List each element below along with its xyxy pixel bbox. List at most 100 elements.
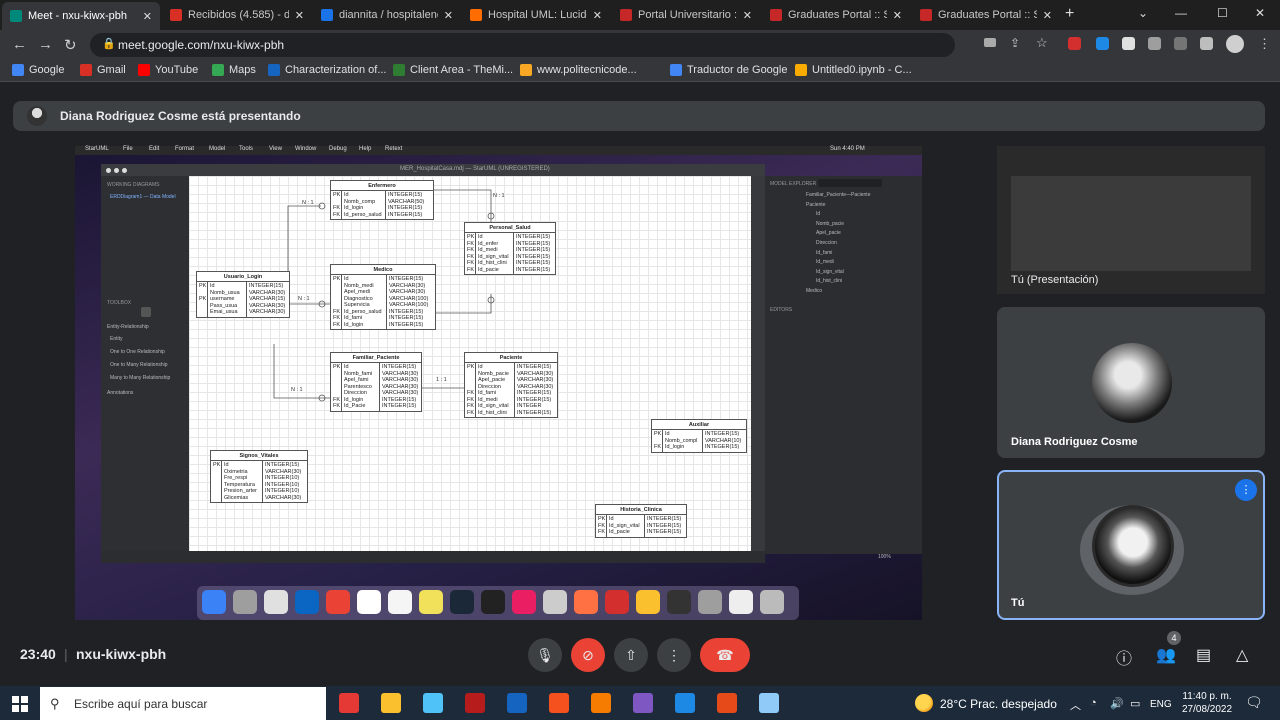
volume-icon[interactable]: 🔊: [1110, 697, 1124, 710]
bookmark-favicon-icon: [80, 64, 92, 76]
browser-tab[interactable]: diannita / hospitalenc ✕: [313, 4, 461, 26]
close-tab-icon[interactable]: ✕: [444, 9, 453, 22]
weather-text[interactable]: 28°C Prac. despejado: [940, 697, 1057, 711]
taskbar-app-icon[interactable]: [549, 693, 569, 713]
browser-tab[interactable]: Portal Universitario :: U ✕: [612, 4, 760, 26]
bookmark-item[interactable]: YouTube: [138, 64, 198, 76]
menu-icon[interactable]: ⋮: [1258, 36, 1271, 52]
dock-app-icon: [202, 590, 226, 614]
tab-favicon-icon: [770, 9, 782, 21]
bookmark-item[interactable]: Traductor de Google: [670, 64, 787, 76]
self-presentation-tile[interactable]: [997, 146, 1265, 294]
model-explorer-item: Id_fami: [816, 249, 833, 256]
taskbar-app-icon[interactable]: [759, 693, 779, 713]
mic-button[interactable]: 🎙: [528, 638, 562, 672]
present-button[interactable]: ⇧: [614, 638, 648, 672]
browser-tab[interactable]: Graduates Portal :: Su ✕: [762, 4, 910, 26]
close-tab-icon[interactable]: ✕: [743, 9, 752, 22]
browser-tab[interactable]: Hospital UML: Lucidch ✕: [462, 4, 610, 26]
model-explorer-title: MODEL EXPLORER: [770, 181, 817, 187]
bookmark-favicon-icon: [212, 64, 224, 76]
minimize-button[interactable]: —: [1175, 6, 1187, 20]
end-call-button[interactable]: ☎: [700, 638, 750, 672]
taskbar-app-icon[interactable]: [423, 693, 443, 713]
camera-icon[interactable]: [984, 38, 996, 47]
taskbar-app-icon[interactable]: [507, 693, 527, 713]
reload-button[interactable]: ↻: [64, 36, 77, 54]
more-options-button[interactable]: ⋮: [657, 638, 691, 672]
taskbar-app-icon[interactable]: [717, 693, 737, 713]
er-table: Familiar_Paciente PK FK FK Id Nomb_fami Ap…: [330, 352, 422, 412]
keyboard-icon[interactable]: ▭: [1130, 697, 1140, 710]
activities-button[interactable]: △: [1236, 645, 1248, 665]
bookmark-item[interactable]: Maps: [212, 64, 256, 76]
new-tab-button[interactable]: +: [1065, 5, 1074, 23]
tray-chevron-icon[interactable]: ︿: [1070, 697, 1081, 713]
taskbar-search-placeholder[interactable]: Escribe aquí para buscar: [74, 697, 207, 711]
adblock-icon[interactable]: [1068, 37, 1081, 50]
close-tab-icon[interactable]: ✕: [143, 10, 152, 23]
taskbar-app-icon[interactable]: [675, 693, 695, 713]
taskbar-clock[interactable]: 11:40 p. m. 27/08/2022: [1182, 690, 1232, 716]
er-keys: PK FK FK FK FK FK: [467, 233, 476, 274]
close-tab-icon[interactable]: ✕: [593, 9, 602, 22]
bookmark-star-icon[interactable]: ☆: [1036, 35, 1048, 51]
er-table: Personal_Salud PK FK FK FK FK FK Id Id_enf…: [464, 222, 556, 275]
language-indicator[interactable]: ENG: [1150, 699, 1172, 710]
tab-title: Meet - nxu-kiwx-pbh: [28, 10, 128, 22]
maximize-button[interactable]: ☐: [1217, 6, 1228, 20]
tab-favicon-icon: [321, 9, 333, 21]
camera-off-button[interactable]: ⊘: [571, 638, 605, 672]
extension-b-icon[interactable]: [1122, 37, 1135, 50]
windows-start-icon[interactable]: [12, 696, 28, 712]
notifications-icon[interactable]: 🗨: [1245, 694, 1263, 711]
bookmark-item[interactable]: Characterization of...: [268, 64, 387, 76]
toolbox-tool: Many to Many Relationship: [110, 375, 171, 381]
taskbar-app-icon[interactable]: [465, 693, 485, 713]
url-text[interactable]: meet.google.com/nxu-kiwx-pbh: [118, 38, 284, 52]
bookmark-item[interactable]: Google: [12, 64, 64, 76]
bookmark-label: Google: [29, 64, 65, 76]
share-icon[interactable]: ⇪: [1010, 36, 1020, 50]
taskbar-app-icon[interactable]: [339, 693, 359, 713]
mac-clock: Sun 4:40 PM: [830, 146, 865, 152]
taskbar-app-icon[interactable]: [381, 693, 401, 713]
profile-avatar[interactable]: [1226, 35, 1244, 53]
back-button[interactable]: ←: [12, 36, 27, 53]
weather-icon[interactable]: [915, 694, 933, 712]
bookmark-item[interactable]: Untitled0.ipynb - C...: [795, 64, 912, 76]
close-tab-icon[interactable]: ✕: [893, 9, 902, 22]
bookmark-label: Gmail: [97, 64, 126, 76]
bookmark-item[interactable]: www.politecnicode...: [520, 64, 637, 76]
er-table-name: Historia_Clinica: [596, 505, 686, 515]
chat-button[interactable]: ▤: [1196, 645, 1211, 665]
network-icon[interactable]: ◔: [1090, 697, 1097, 709]
close-window-button[interactable]: ✕: [1255, 6, 1265, 20]
presentation-thumbnail: [1011, 176, 1251, 271]
browser-tab[interactable]: Recibidos (4.585) - da ✕: [162, 4, 312, 26]
browser-tab[interactable]: Meet - nxu-kiwx-pbh ✕: [2, 2, 160, 30]
info-button[interactable]: ⓘ: [1116, 645, 1132, 669]
media-icon[interactable]: [1174, 37, 1187, 50]
browser-tab[interactable]: Graduates Portal :: Su ✕: [912, 4, 1060, 26]
people-button[interactable]: 👥: [1156, 645, 1176, 665]
bookmark-item[interactable]: Client Area - TheMi...: [393, 64, 513, 76]
dock-app-icon: [295, 590, 319, 614]
close-tab-icon[interactable]: ✕: [1043, 9, 1052, 22]
puzzle-icon[interactable]: [1148, 37, 1161, 50]
chevron-down-icon[interactable]: ⌄: [1138, 6, 1148, 20]
taskbar-app-icon[interactable]: [633, 693, 653, 713]
extension-icon[interactable]: [1096, 37, 1109, 50]
taskbar-app-icon[interactable]: [591, 693, 611, 713]
participant-name: Diana Rodriguez Cosme: [1011, 436, 1138, 448]
close-tab-icon[interactable]: ✕: [295, 9, 304, 22]
lock-icon[interactable]: 🔒: [102, 37, 116, 50]
forward-button[interactable]: →: [38, 36, 53, 53]
sidepanel-icon[interactable]: [1200, 37, 1213, 50]
bookmark-item[interactable]: Gmail: [80, 64, 126, 76]
bookmark-favicon-icon: [12, 64, 24, 76]
bookmark-label: Untitled0.ipynb - C...: [812, 64, 912, 76]
mac-menu-item: StarUML: [85, 146, 109, 152]
er-fields: Id Nomb_fami Apel_fami Parentesco Direcc…: [342, 363, 380, 411]
mac-menu-item: View: [269, 146, 282, 152]
